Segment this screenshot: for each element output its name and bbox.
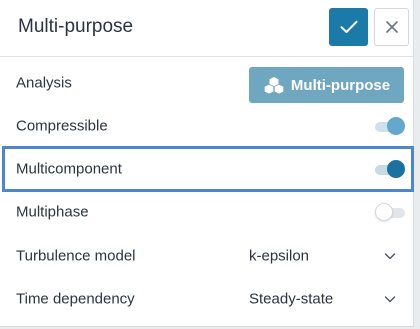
toggle-knob: [387, 117, 405, 135]
chevron-down-icon: [384, 253, 396, 260]
time-value: Steady-state: [249, 290, 334, 308]
turbulence-value: k-epsilon: [249, 247, 310, 265]
multicomponent-toggle[interactable]: [375, 160, 405, 178]
multicomponent-label: Multicomponent: [16, 160, 122, 178]
settings-panel: Multi-purpose Analysis Multi-purpose Com…: [0, 0, 414, 327]
compressible-toggle[interactable]: [375, 117, 405, 135]
toggle-knob: [375, 203, 393, 221]
panel-title: Multi-purpose: [18, 16, 134, 37]
compressible-label: Compressible: [16, 117, 108, 135]
analysis-label: Analysis: [16, 74, 72, 92]
multiphase-row: Multiphase: [0, 192, 414, 232]
confirm-button[interactable]: [329, 8, 368, 46]
multiphase-toggle[interactable]: [375, 203, 405, 221]
time-label: Time dependency: [16, 290, 135, 308]
toggle-knob: [387, 160, 405, 178]
check-icon: [340, 20, 357, 33]
cubes-icon: [264, 77, 284, 94]
compressible-row: Compressible: [0, 106, 414, 146]
multicomponent-row: Multicomponent: [0, 149, 414, 189]
close-button[interactable]: [374, 8, 409, 46]
panel-header: Multi-purpose: [0, 0, 414, 57]
turbulence-row: Turbulence model k-epsilon: [0, 236, 414, 276]
multiphase-label: Multiphase: [16, 203, 89, 221]
turbulence-label: Turbulence model: [16, 247, 136, 265]
turbulence-select[interactable]: k-epsilon: [240, 238, 402, 274]
analysis-type-label: Multi-purpose: [290, 76, 391, 94]
analysis-type-button[interactable]: Multi-purpose: [249, 67, 404, 103]
close-icon: [385, 21, 398, 33]
chevron-down-icon: [384, 296, 396, 303]
time-row: Time dependency Steady-state: [0, 279, 414, 319]
time-select[interactable]: Steady-state: [240, 281, 402, 317]
analysis-row: Analysis Multi-purpose: [0, 61, 414, 105]
